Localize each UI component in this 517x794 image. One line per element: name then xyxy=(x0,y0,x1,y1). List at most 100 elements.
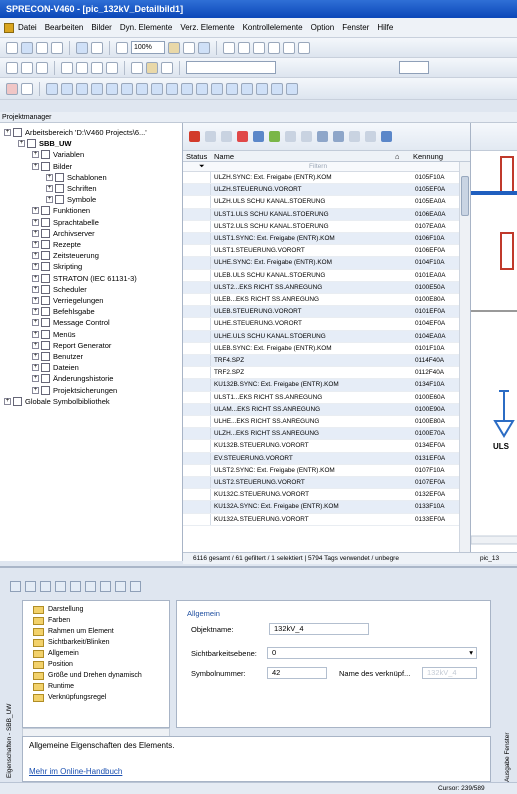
element-7-icon[interactable] xyxy=(136,82,148,95)
tree-item[interactable]: + STRATON (IEC 61131-3) xyxy=(32,273,137,284)
element-12-icon[interactable] xyxy=(211,82,223,95)
expand-icon[interactable]: + xyxy=(32,341,39,349)
link-name-input[interactable]: 132kV_4 xyxy=(422,667,477,679)
table-row[interactable]: KU132C.STEUERUNG.VORORT 0132EF0A xyxy=(183,489,459,502)
expand-icon[interactable]: + xyxy=(32,274,39,282)
menu-dyn-elemente[interactable]: Dyn. Elemente xyxy=(120,23,172,32)
tree-item[interactable]: + Schriften xyxy=(46,183,97,194)
sort-az-icon[interactable] xyxy=(10,580,21,592)
tree-item[interactable]: + Scheduler xyxy=(32,284,87,295)
table-row[interactable]: KU132A.SYNC: Ext. Freigabe (ENTR).KOM 013… xyxy=(183,501,459,514)
tree-item[interactable]: + Funktionen xyxy=(32,205,90,216)
table-row[interactable]: ULST2.SYNC: Ext. Freigabe (ENTR).KOM 0107… xyxy=(183,464,459,477)
expand-icon[interactable]: + xyxy=(32,263,39,271)
tree-item[interactable]: + Befehlsgabe xyxy=(32,306,95,317)
property-group-item[interactable]: Sichtbarkeit/Blinken xyxy=(33,638,109,648)
expand-icon[interactable]: + xyxy=(46,185,53,192)
pointer-icon[interactable] xyxy=(76,41,88,54)
expand-icon[interactable]: + xyxy=(32,364,39,372)
sort-icon[interactable] xyxy=(301,131,312,142)
rect-icon[interactable] xyxy=(76,61,88,74)
table-row[interactable]: ULHE...EKS RICHT SS.ANREGUNG 0100E80A xyxy=(183,416,459,429)
expand-icon[interactable]: + xyxy=(32,151,39,159)
expand-icon[interactable]: + xyxy=(32,218,39,226)
output-side-label[interactable]: Ausgabe Fenster xyxy=(504,732,511,782)
table-row[interactable]: ULHE.ULS SCHU KANAL.STOERUNG 0104EA0A xyxy=(183,330,459,343)
events-icon[interactable] xyxy=(85,580,96,592)
tree-item[interactable]: + Projektsicherungen xyxy=(32,385,117,396)
table-row[interactable]: ULZH.ULS SCHU KANAL.STOERUNG 0105EA0A xyxy=(183,196,459,209)
back-icon[interactable] xyxy=(36,61,48,74)
save-icon[interactable] xyxy=(21,41,33,54)
table-row[interactable]: ULEB...EKS RICHT SS.ANREGUNG 0100E80A xyxy=(183,294,459,307)
menu-bilder[interactable]: Bilder xyxy=(91,23,111,32)
element-17-icon[interactable] xyxy=(286,82,298,95)
pen-icon[interactable] xyxy=(131,61,143,74)
delete-x-icon[interactable] xyxy=(237,131,248,142)
line-icon[interactable] xyxy=(61,61,73,74)
tree-item[interactable]: + Dateien xyxy=(32,362,79,373)
table-row[interactable]: ULZH.SYNC: Ext. Freigabe (ENTR).KOM 0105F… xyxy=(183,172,459,185)
tree-item[interactable]: + Report Generator xyxy=(32,340,111,351)
tree-item[interactable]: + Symbole xyxy=(46,194,96,205)
view-icon[interactable] xyxy=(333,131,344,142)
menu-hilfe[interactable]: Hilfe xyxy=(377,23,393,32)
expand-icon[interactable]: + xyxy=(18,140,25,148)
print-icon[interactable] xyxy=(183,41,195,54)
element-1-icon[interactable] xyxy=(46,82,58,95)
columns-icon[interactable] xyxy=(317,131,328,142)
tree-item[interactable]: + Benutzer xyxy=(32,351,83,362)
expand-icon[interactable]: + xyxy=(32,375,39,383)
grid-view-icon[interactable] xyxy=(40,580,51,592)
table-row[interactable]: EV.STEUERUNG.VORORT 0131EF0A xyxy=(183,452,459,465)
favorites-icon[interactable] xyxy=(130,580,141,592)
column-name[interactable]: Name xyxy=(214,151,234,162)
menu-option[interactable]: Option xyxy=(311,23,335,32)
table-row[interactable]: ULEB.STEUERUNG.VORORT 0101EF0A xyxy=(183,306,459,319)
tree-item[interactable]: + Menüs xyxy=(32,329,76,340)
category-icon[interactable] xyxy=(25,580,36,592)
expand-icon[interactable] xyxy=(100,580,111,592)
polygon-icon[interactable] xyxy=(106,61,118,74)
zoom-out-icon[interactable] xyxy=(168,41,180,54)
edit-icon[interactable] xyxy=(253,131,264,142)
table-row[interactable]: ULST1.ULS SCHU KANAL.STOERUNG 0106EA0A xyxy=(183,208,459,221)
link-icon[interactable] xyxy=(349,131,360,142)
grid-icon[interactable] xyxy=(205,131,216,142)
tree-item[interactable]: + Variablen xyxy=(32,149,84,160)
expand-icon[interactable]: + xyxy=(32,308,39,316)
expand-icon[interactable]: + xyxy=(32,353,39,360)
symbol-number-input[interactable]: 42 xyxy=(267,667,327,679)
table-row[interactable]: ULST1.STEUERUNG.VORORT 0106EF0A xyxy=(183,245,459,258)
element-5-icon[interactable] xyxy=(106,82,118,95)
expand-icon[interactable]: + xyxy=(32,162,39,170)
list-view-icon[interactable] xyxy=(55,580,66,592)
expand-icon[interactable]: + xyxy=(32,297,39,304)
cut-icon[interactable] xyxy=(36,41,48,54)
expand-icon[interactable]: + xyxy=(4,397,11,405)
table-row[interactable]: TRF4.SPZ 0114F40A xyxy=(183,355,459,368)
zoom-icon[interactable] xyxy=(116,41,128,54)
tree-item[interactable]: + Skripting xyxy=(32,261,82,272)
table-icon[interactable] xyxy=(221,131,232,142)
table-row[interactable]: ULZH...EKS RICHT SS.ANREGUNG 0100E70A xyxy=(183,428,459,441)
expand-icon[interactable]: + xyxy=(46,173,53,181)
objname-input[interactable]: 132kV_4 xyxy=(269,623,369,635)
table-row[interactable]: ULST1.SYNC: Ext. Freigabe (ENTR).KOM 0106… xyxy=(183,233,459,246)
property-group-item[interactable]: Runtime xyxy=(33,682,74,692)
pin-icon[interactable]: ⌂ xyxy=(395,151,400,162)
align-left-icon[interactable] xyxy=(223,41,235,54)
column-status[interactable]: Status xyxy=(186,151,207,162)
grid-scrollbar[interactable] xyxy=(459,162,470,553)
undo-icon[interactable] xyxy=(91,41,103,54)
element-9-icon[interactable] xyxy=(166,82,178,95)
props-icon[interactable] xyxy=(70,580,81,592)
collapse-icon[interactable] xyxy=(115,580,126,592)
align-right-icon[interactable] xyxy=(253,41,265,54)
tree-item[interactable]: + Archivserver xyxy=(32,228,95,239)
font-combo[interactable] xyxy=(186,61,276,74)
expand-icon[interactable]: + xyxy=(32,252,39,260)
help-icon[interactable] xyxy=(198,41,210,54)
tree-item[interactable]: + Globale Symbolbibliothek xyxy=(4,396,110,407)
arrange-icon[interactable] xyxy=(6,61,18,74)
